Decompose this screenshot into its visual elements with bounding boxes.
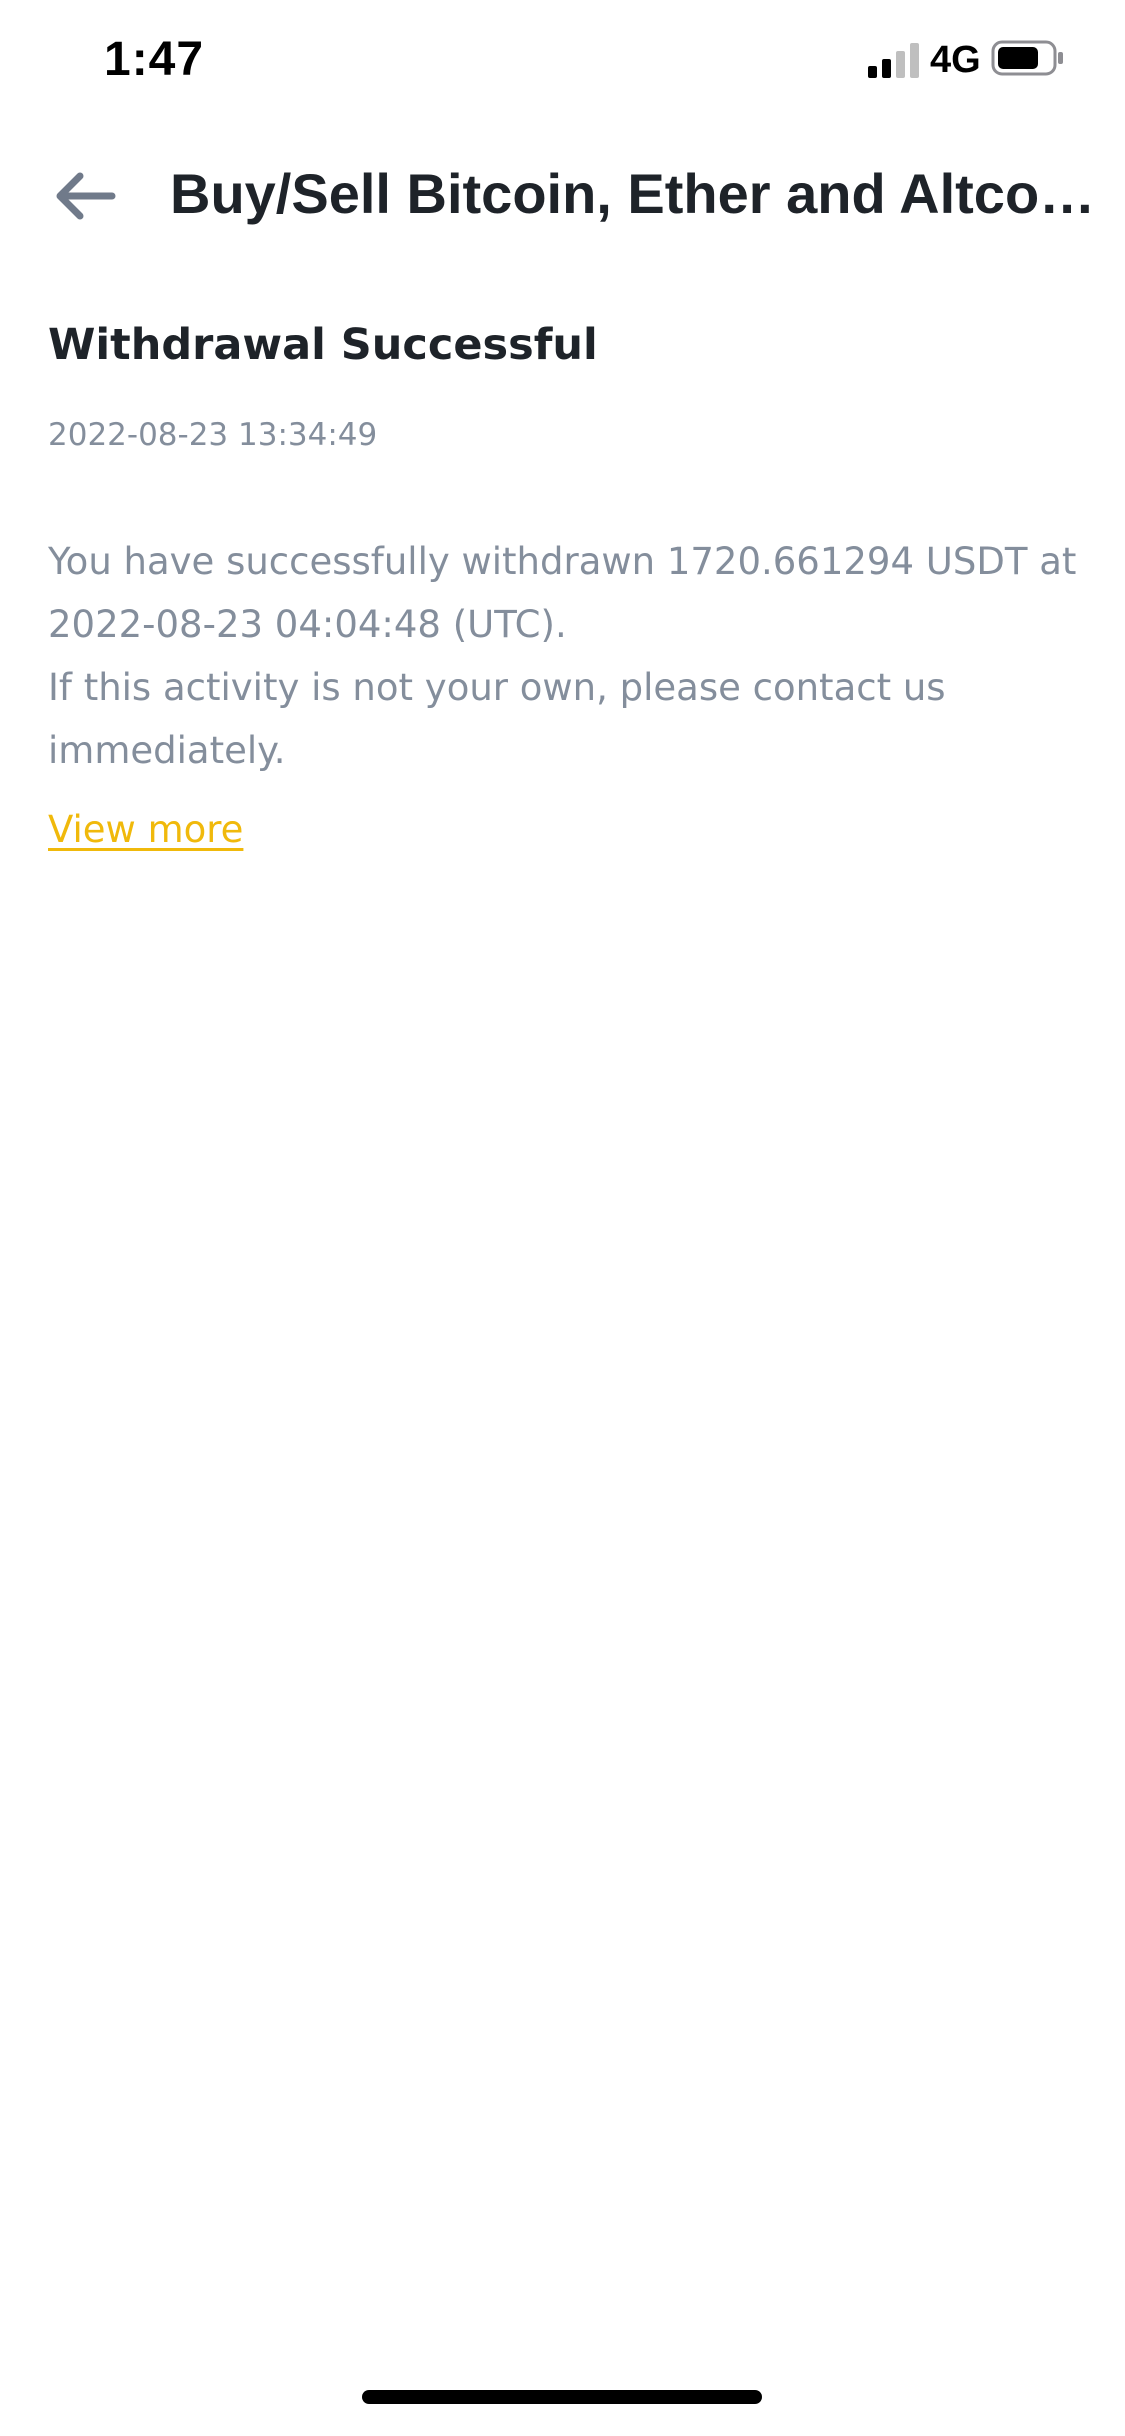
notification-body-line: You have successfully withdrawn 1720.661…: [48, 540, 1077, 646]
status-time: 1:47: [104, 33, 205, 86]
notification-body-line: If this activity is not your own, please…: [48, 666, 946, 772]
cellular-signal-icon: [868, 43, 919, 78]
notification-title: Withdrawal Successful: [48, 320, 598, 370]
arrow-left-icon[interactable]: [52, 170, 116, 222]
notification-timestamp: 2022-08-23 13:34:49: [48, 417, 378, 453]
network-type-label: 4G: [930, 39, 981, 81]
page-title: Buy/Sell Bitcoin, Ether and Altcoins: [170, 162, 1100, 225]
view-more-link[interactable]: View more: [48, 800, 243, 860]
navigation-header: Buy/Sell Bitcoin, Ether and Altcoins: [0, 130, 1125, 260]
home-indicator[interactable]: [362, 2390, 762, 2404]
notification-body: You have successfully withdrawn 1720.661…: [48, 530, 1078, 782]
notification-detail: Withdrawal Successful 2022-08-23 13:34:4…: [48, 300, 1078, 860]
battery-icon: [991, 40, 1063, 76]
status-bar: 1:47 4G: [0, 0, 1125, 130]
